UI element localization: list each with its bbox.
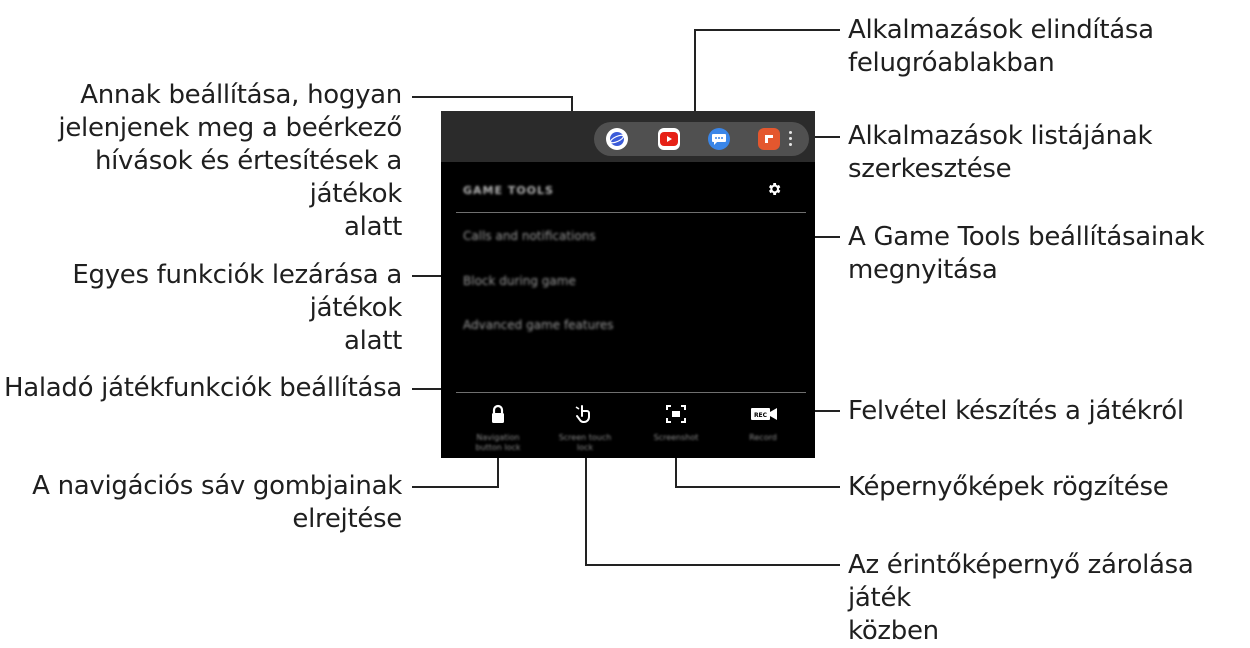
popup-app-tray[interactable] xyxy=(594,122,809,156)
callout-popup-apps: Alkalmazások elindítása felugróablakban xyxy=(848,15,1154,78)
messages-icon[interactable] xyxy=(708,128,730,150)
top-bar xyxy=(441,111,815,162)
screenshot-icon xyxy=(664,403,688,425)
callout-incoming-calls: Annak beállítása, hogyan jelenjenek meg … xyxy=(58,80,402,242)
flipboard-icon[interactable] xyxy=(758,128,780,150)
menu-calls-notifications[interactable]: Calls and notifications xyxy=(463,229,596,243)
callout-edit-apps: Alkalmazások listájának szerkesztése xyxy=(848,121,1153,184)
title-divider xyxy=(456,212,806,213)
internet-icon[interactable] xyxy=(606,128,628,150)
youtube-icon[interactable] xyxy=(658,128,680,150)
callout-open-settings: A Game Tools beállításainak megnyitása xyxy=(848,222,1205,285)
panel-title: GAME TOOLS xyxy=(463,184,554,197)
tools-divider xyxy=(456,392,806,393)
menu-block-during-game[interactable]: Block during game xyxy=(463,274,576,288)
touch-icon xyxy=(573,403,597,425)
settings-gear-icon[interactable] xyxy=(766,181,782,197)
game-tools-panel: GAME TOOLS Calls and notifications Block… xyxy=(441,111,815,458)
callout-screenshot: Képernyőképek rögzítése xyxy=(848,472,1169,502)
callout-advanced: Haladó játékfunkciók beállítása xyxy=(3,373,402,403)
callout-hide-nav: A navigációs sáv gombjainak elrejtése xyxy=(32,471,402,534)
lock-icon xyxy=(486,403,510,425)
callout-block-features: Egyes funkciók lezárása a játékok alatt xyxy=(72,260,402,356)
menu-advanced-features[interactable]: Advanced game features xyxy=(463,318,614,332)
record-icon: REC xyxy=(751,403,777,425)
callout-record: Felvétel készítés a játékról xyxy=(848,396,1184,426)
record-badge-text: REC xyxy=(754,412,768,419)
more-options-icon[interactable] xyxy=(786,129,796,149)
callout-touch-lock: Az érintőképernyő zárolása játék közben xyxy=(848,550,1194,646)
leader-popup-apps xyxy=(694,29,840,112)
